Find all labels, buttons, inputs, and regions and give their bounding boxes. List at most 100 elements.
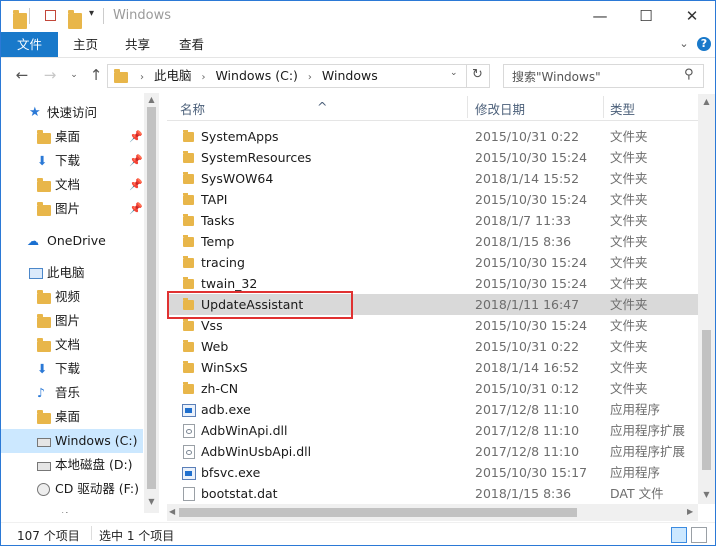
pin-icon[interactable]: 📌 xyxy=(129,173,143,197)
nav-pinned-documents[interactable]: 文档 📌 xyxy=(1,173,143,197)
table-row[interactable]: bfsvc.exe 2015/10/30 15:17 应用程序 xyxy=(167,462,698,483)
breadcrumb-windows[interactable]: Windows xyxy=(322,68,378,83)
file-name: adb.exe xyxy=(201,402,251,417)
back-button[interactable]: ← xyxy=(13,66,31,84)
nav-network[interactable]: 网络 xyxy=(1,507,143,513)
table-row[interactable]: UpdateAssistant 2018/1/11 16:47 文件夹 xyxy=(167,294,698,315)
table-row[interactable]: SystemApps 2015/10/31 0:22 文件夹 xyxy=(167,126,698,147)
table-row[interactable]: WinSxS 2018/1/14 16:52 文件夹 xyxy=(167,357,698,378)
expand-ribbon-icon[interactable]: ⌄ xyxy=(677,37,691,51)
window-title: Windows xyxy=(113,8,172,23)
up-button[interactable]: ↑ xyxy=(87,66,105,84)
content-hscroll-thumb[interactable] xyxy=(179,508,577,517)
pin-icon[interactable]: 📌 xyxy=(129,149,143,173)
nav-desktop[interactable]: 桌面 xyxy=(1,405,143,429)
table-row[interactable]: tracing 2015/10/30 15:24 文件夹 xyxy=(167,252,698,273)
file-date: 2018/1/11 16:47 xyxy=(475,297,580,312)
breadcrumb: › 此电脑 › Windows (C:) › Windows xyxy=(134,67,378,87)
tab-share[interactable]: 共享 xyxy=(111,32,164,57)
application-icon xyxy=(182,467,196,480)
nav-pinned-downloads[interactable]: ⬇ 下载 📌 xyxy=(1,149,143,173)
search-input[interactable] xyxy=(510,67,679,86)
customize-toolbar-icon[interactable]: ▾ xyxy=(89,8,94,24)
file-date: 2015/10/31 0:12 xyxy=(475,381,580,396)
tab-home[interactable]: 主页 xyxy=(59,32,112,57)
address-dropdown-icon[interactable]: ⌄ xyxy=(450,68,458,78)
search-box[interactable]: ⚲ xyxy=(503,64,704,88)
nav-pinned-desktop[interactable]: 桌面 📌 xyxy=(1,125,143,149)
nav-quick-access[interactable]: ★ 快速访问 xyxy=(1,101,143,125)
column-divider[interactable] xyxy=(603,96,604,118)
nav-drive-c[interactable]: Windows (C:) xyxy=(1,429,143,453)
file-date: 2018/1/15 8:36 xyxy=(475,486,572,501)
star-icon: ★ xyxy=(29,105,41,120)
cd-icon xyxy=(37,483,50,496)
content-scroll-thumb[interactable] xyxy=(702,330,711,470)
nav-cd-drive-f[interactable]: CD 驱动器 (F:) xyxy=(1,477,143,501)
table-row[interactable]: zh-CN 2015/10/31 0:12 文件夹 xyxy=(167,378,698,399)
nav-videos[interactable]: 视频 xyxy=(1,285,143,309)
table-row[interactable]: SysWOW64 2018/1/14 15:52 文件夹 xyxy=(167,168,698,189)
table-row[interactable]: Temp 2018/1/15 8:36 文件夹 xyxy=(167,231,698,252)
table-row[interactable]: AdbWinUsbApi.dll 2017/12/8 11:10 应用程序扩展 xyxy=(167,441,698,462)
new-folder-icon[interactable] xyxy=(68,10,82,29)
nav-scrollbar[interactable]: ▲ ▼ xyxy=(144,93,159,513)
column-divider[interactable] xyxy=(467,96,468,118)
large-icons-view-icon[interactable] xyxy=(691,527,707,543)
scroll-down-icon[interactable]: ▼ xyxy=(147,497,156,507)
properties-icon[interactable] xyxy=(45,10,56,21)
breadcrumb-this-pc[interactable]: 此电脑 xyxy=(154,68,192,83)
nav-drive-d[interactable]: 本地磁盘 (D:) xyxy=(1,453,143,477)
table-row[interactable]: SystemResources 2015/10/30 15:24 文件夹 xyxy=(167,147,698,168)
tab-view[interactable]: 查看 xyxy=(165,32,218,57)
table-row[interactable]: AdbWinApi.dll 2017/12/8 11:10 应用程序扩展 xyxy=(167,420,698,441)
scroll-up-icon[interactable]: ▲ xyxy=(702,97,711,106)
forward-button[interactable]: → xyxy=(41,66,59,84)
tab-file[interactable]: 文件 xyxy=(1,32,59,57)
nav-music[interactable]: ♪ 音乐 xyxy=(1,381,143,405)
recent-locations-icon[interactable]: ⌄ xyxy=(65,66,83,84)
nav-pinned-pictures[interactable]: 图片 📌 xyxy=(1,197,143,221)
folder-icon xyxy=(183,298,194,310)
file-type: 文件夹 xyxy=(610,339,648,354)
folder-icon xyxy=(183,382,194,394)
table-row[interactable]: bootstat.dat 2018/1/15 8:36 DAT 文件 xyxy=(167,483,698,504)
dll-file-icon xyxy=(183,424,195,438)
nav-label: 快速访问 xyxy=(47,105,98,120)
help-icon[interactable]: ? xyxy=(697,37,711,51)
refresh-icon[interactable]: ↻ xyxy=(472,67,483,82)
table-row[interactable]: Web 2015/10/31 0:22 文件夹 xyxy=(167,336,698,357)
table-row[interactable]: Tasks 2018/1/7 11:33 文件夹 xyxy=(167,210,698,231)
minimize-button[interactable]: — xyxy=(577,1,623,32)
nav-label: Windows (C:) xyxy=(55,433,138,448)
scroll-right-icon[interactable]: ▶ xyxy=(687,507,693,516)
table-row[interactable]: twain_32 2015/10/30 15:24 文件夹 xyxy=(167,273,698,294)
address-bar[interactable]: › 此电脑 › Windows (C:) › Windows ⌄ ↻ xyxy=(107,64,490,88)
content-vertical-scrollbar[interactable]: ▲ ▼ xyxy=(698,94,715,504)
close-button[interactable]: ✕ xyxy=(669,1,715,32)
scroll-up-icon[interactable]: ▲ xyxy=(147,95,156,105)
scroll-down-icon[interactable]: ▼ xyxy=(702,490,711,499)
nav-scroll-thumb[interactable] xyxy=(147,107,156,489)
table-row[interactable]: Vss 2015/10/30 15:24 文件夹 xyxy=(167,315,698,336)
nav-onedrive[interactable]: ☁ OneDrive xyxy=(1,229,143,253)
nav-downloads[interactable]: ⬇ 下载 xyxy=(1,357,143,381)
nav-this-pc[interactable]: 此电脑 xyxy=(1,261,143,285)
nav-documents[interactable]: 文档 xyxy=(1,333,143,357)
maximize-button[interactable]: ☐ xyxy=(623,1,669,32)
column-name[interactable]: 名称 xyxy=(180,99,205,118)
nav-pictures[interactable]: 图片 xyxy=(1,309,143,333)
table-row[interactable]: adb.exe 2017/12/8 11:10 应用程序 xyxy=(167,399,698,420)
pin-icon[interactable]: 📌 xyxy=(129,125,143,149)
file-date: 2015/10/30 15:24 xyxy=(475,255,588,270)
details-view-icon[interactable] xyxy=(671,527,687,543)
table-row[interactable]: TAPI 2015/10/30 15:24 文件夹 xyxy=(167,189,698,210)
pin-icon[interactable]: 📌 xyxy=(129,197,143,221)
file-type: 文件夹 xyxy=(610,192,648,207)
column-date[interactable]: 修改日期 xyxy=(475,99,525,118)
scroll-left-icon[interactable]: ◀ xyxy=(169,507,175,516)
breadcrumb-drive-c[interactable]: Windows (C:) xyxy=(215,68,297,83)
content-horizontal-scrollbar[interactable]: ◀ ▶ xyxy=(167,504,698,521)
file-name: SysWOW64 xyxy=(201,171,274,186)
column-type[interactable]: 类型 xyxy=(610,99,635,118)
